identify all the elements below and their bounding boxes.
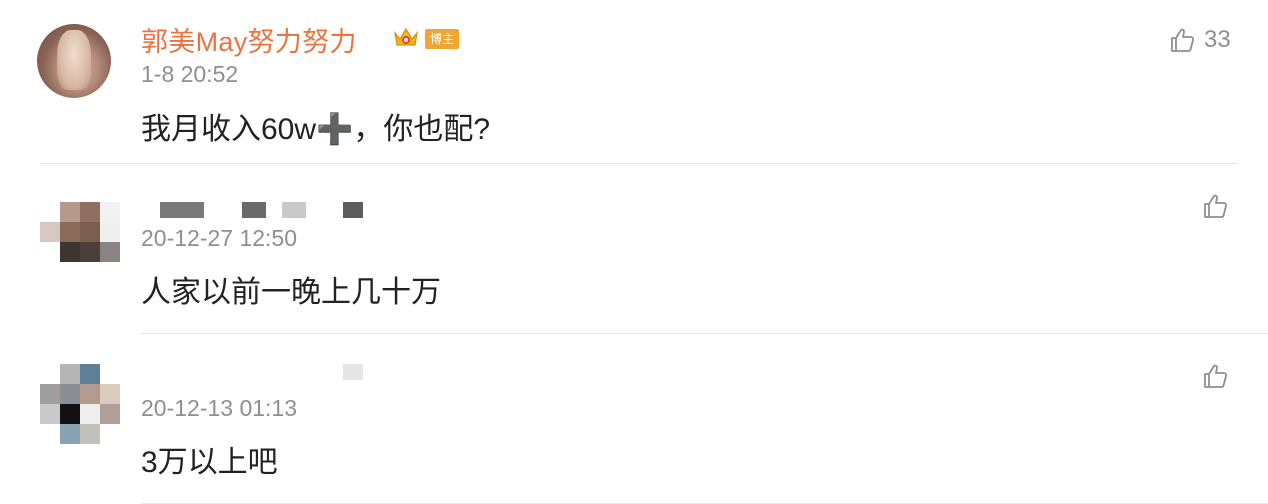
comment-text: 我月收入60w➕，你也配? bbox=[141, 113, 491, 146]
thumbs-up-icon bbox=[1204, 364, 1228, 388]
thumbs-up-icon bbox=[1171, 28, 1195, 52]
avatar[interactable] bbox=[40, 364, 120, 444]
avatar[interactable] bbox=[37, 24, 111, 98]
timestamp: 1-8 20:52 bbox=[141, 61, 239, 87]
timestamp: 20-12-27 12:50 bbox=[141, 225, 298, 251]
avatar[interactable] bbox=[40, 202, 120, 262]
comment-text: 人家以前一晚上几十万 bbox=[141, 276, 441, 309]
comment-item: 20-12-13 01:13 3万以上吧 bbox=[0, 334, 1268, 504]
timestamp: 20-12-13 01:13 bbox=[141, 395, 298, 421]
comment-text: 3万以上吧 bbox=[141, 446, 278, 479]
like-button[interactable] bbox=[1201, 362, 1237, 390]
like-button[interactable] bbox=[1201, 192, 1237, 220]
thumbs-up-icon bbox=[1204, 194, 1228, 218]
username-redacted bbox=[160, 202, 370, 218]
verified-badge: 博主 bbox=[425, 29, 459, 49]
comment-item: 郭美May努力努力 博主 1-8 20:52 我月收入60w➕，你也配? 33 bbox=[0, 0, 1268, 164]
username[interactable]: 郭美May努力努力 bbox=[141, 20, 357, 59]
like-count: 33 bbox=[1204, 26, 1231, 53]
crown-icon bbox=[393, 25, 419, 49]
like-button[interactable]: 33 bbox=[1168, 26, 1231, 54]
username-redacted bbox=[160, 364, 370, 380]
comment-item: 20-12-27 12:50 人家以前一晚上几十万 bbox=[0, 164, 1268, 334]
